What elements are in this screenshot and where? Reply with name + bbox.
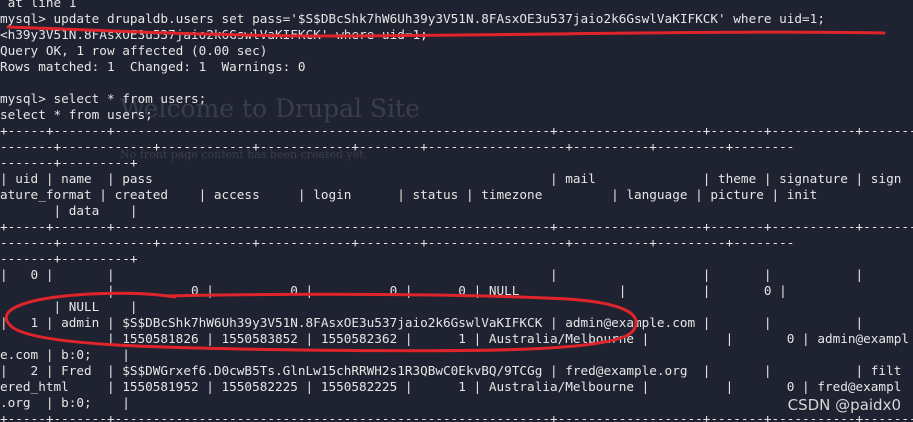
watermark-label: CSDN @paidx0 (787, 396, 901, 414)
table-header: | data | (0, 203, 138, 218)
table-row: | 0 | | | | | | (0, 267, 864, 282)
table-row: | NULL | (0, 299, 138, 314)
table-row: | 1550581826 | 1550583852 | 1550582362 |… (0, 331, 909, 346)
terminal-line: mysql> update drupaldb.users set pass='$… (0, 11, 825, 26)
table-border: -------+---------+ (0, 155, 138, 170)
table-row: .org | b:0; | (0, 395, 130, 410)
terminal-line: mysql> select * from users; (0, 91, 207, 106)
terminal-line: at line 1 (0, 0, 77, 10)
table-border: -------+------------+------------+------… (0, 235, 795, 250)
table-border: -------+------------+------------+------… (0, 139, 795, 154)
table-border: +-----+-------+-------------------------… (0, 219, 913, 234)
terminal-line: Rows matched: 1 Changed: 1 Warnings: 0 (0, 59, 306, 74)
terminal-window[interactable]: Welcome to Drupal Site No front page con… (0, 0, 913, 422)
table-row: e.com | b:0; | (0, 347, 130, 362)
terminal-line: select * from users; (0, 107, 153, 122)
table-row: | 1 | admin | $S$DBcShk7hW6Uh39y3V51N.8F… (0, 315, 864, 330)
table-header: | uid | name | pass | mail | theme | sig… (0, 171, 902, 186)
table-row: | 0 | 0 | 0 | 0 | NULL | | 0 | (0, 283, 787, 298)
table-border: +-----+-------+-------------------------… (0, 123, 913, 138)
terminal-line: <h39y3V51N.8FAsxOE3u537jaio2k6GswlVaKIFK… (0, 27, 428, 42)
terminal-line: Query OK, 1 row affected (0.00 sec) (0, 43, 268, 58)
table-header: ature_format | created | access | login … (0, 187, 818, 202)
terminal-output: at line 1 mysql> update drupaldb.users s… (0, 0, 913, 422)
table-row: | 2 | Fred | $S$DWGrxef6.D0cwB5Ts.GlnLw1… (0, 363, 902, 378)
table-border: -------+---------+ (0, 251, 138, 266)
table-border: +-----+-------+-------------------------… (0, 411, 913, 422)
table-row: ered_html | 1550581952 | 1550582225 | 15… (0, 379, 902, 394)
